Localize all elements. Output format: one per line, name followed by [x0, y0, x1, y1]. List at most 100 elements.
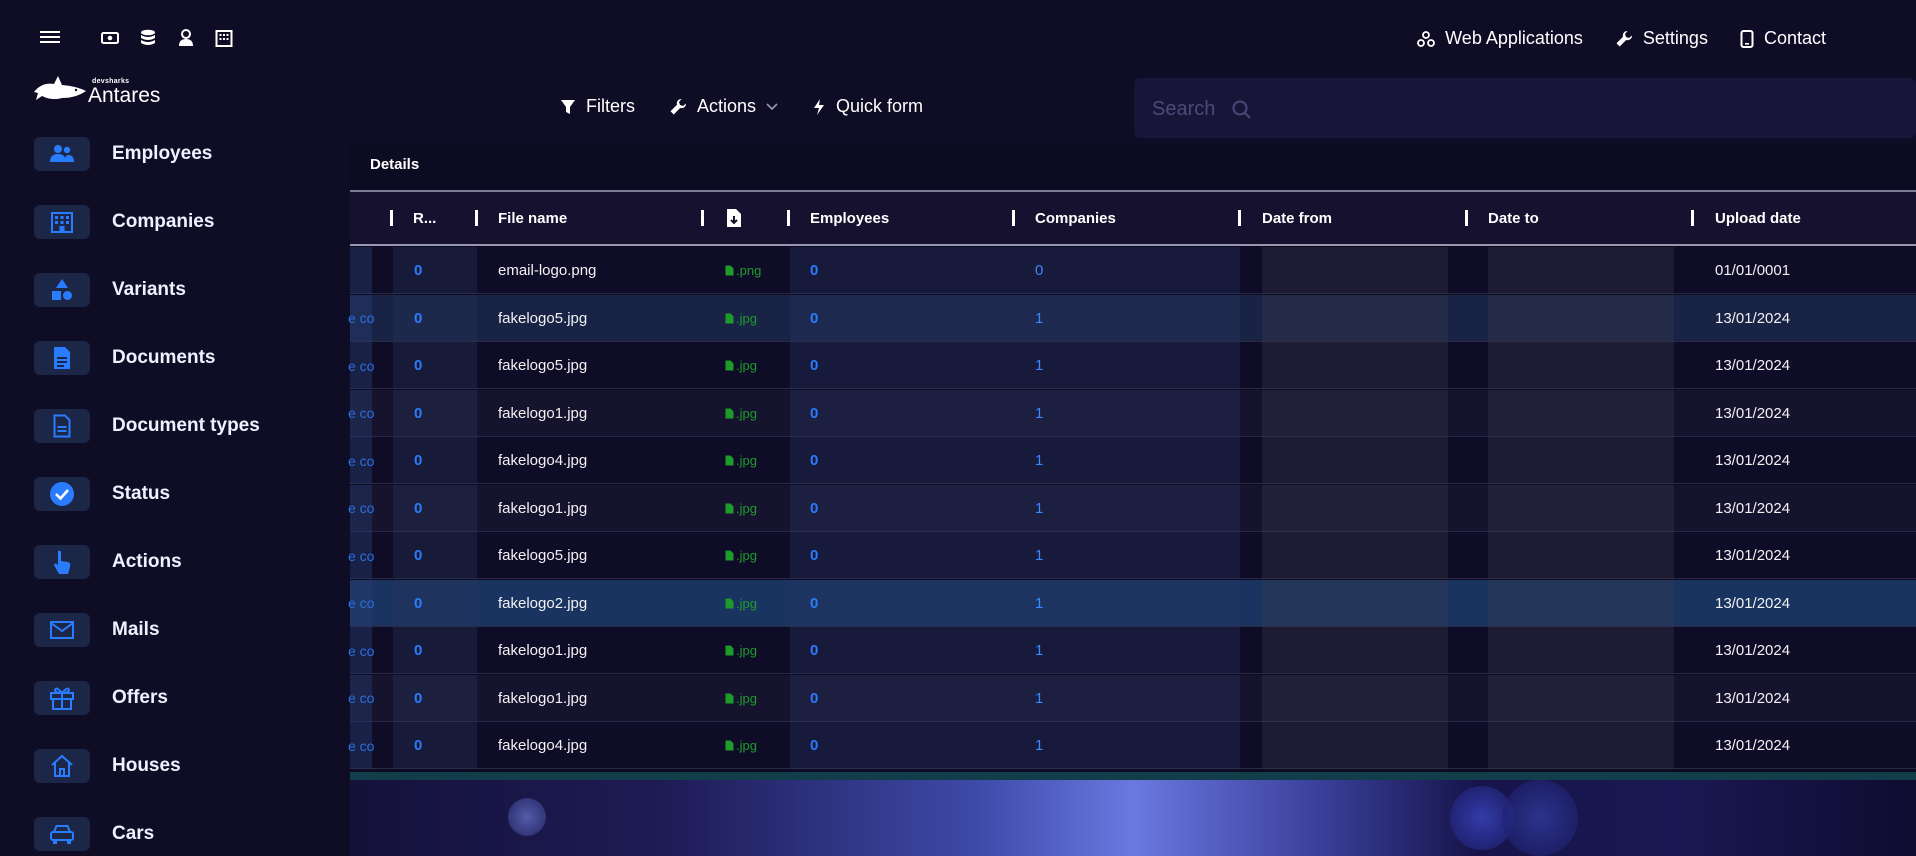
cell-file-name[interactable]: fakelogo4.jpg [498, 722, 587, 769]
sidebar-item-actions[interactable]: Actions [34, 542, 334, 582]
column-resizer[interactable] [1238, 210, 1241, 226]
column-resizer[interactable] [787, 210, 790, 226]
cell-employees[interactable]: 0 [810, 675, 818, 722]
truncated-cell[interactable]: e co [348, 295, 374, 342]
nav-web-applications[interactable]: Web Applications [1417, 28, 1583, 49]
cell-companies[interactable]: 1 [1035, 627, 1043, 674]
cell-companies[interactable]: 1 [1035, 532, 1043, 579]
cell-r[interactable]: 0 [414, 485, 422, 532]
cell-companies[interactable]: 1 [1035, 485, 1043, 532]
cell-employees[interactable]: 0 [810, 247, 818, 294]
cell-r[interactable]: 0 [414, 580, 422, 627]
date-from-field[interactable] [1262, 484, 1448, 532]
nav-contact[interactable]: Contact [1740, 28, 1826, 49]
date-to-field[interactable] [1488, 342, 1674, 389]
cell-companies[interactable]: 0 [1035, 247, 1043, 294]
cell-r[interactable]: 0 [414, 295, 422, 342]
column-header-r[interactable]: R... [413, 192, 436, 244]
cell-file-name[interactable]: fakelogo4.jpg [498, 437, 587, 484]
column-header-file-name[interactable]: File name [498, 192, 567, 244]
column-resizer[interactable] [1465, 210, 1468, 226]
database-icon[interactable] [138, 28, 158, 48]
date-from-field[interactable] [1262, 247, 1448, 294]
sidebar-item-documents[interactable]: Documents [34, 338, 334, 378]
column-resizer[interactable] [701, 210, 704, 226]
cell-file-type[interactable]: .jpg [725, 342, 757, 389]
date-to-field[interactable] [1488, 674, 1674, 722]
cell-employees[interactable]: 0 [810, 580, 818, 627]
cell-file-name[interactable]: email-logo.png [498, 247, 596, 294]
cell-employees[interactable]: 0 [810, 532, 818, 579]
cell-file-type[interactable]: .png [725, 247, 761, 294]
hamburger-menu-icon[interactable] [40, 28, 60, 48]
truncated-cell[interactable]: e co [348, 675, 374, 722]
table-row[interactable]: e co 0 fakelogo5.jpg .jpg 0 1 13/01/2024 [348, 532, 1916, 579]
date-from-field[interactable] [1262, 294, 1448, 342]
cell-employees[interactable]: 0 [810, 437, 818, 484]
search-icon[interactable] [1232, 100, 1252, 120]
date-from-field[interactable] [1262, 437, 1448, 484]
date-to-field[interactable] [1488, 532, 1674, 579]
nav-settings[interactable]: Settings [1615, 28, 1708, 49]
date-to-field[interactable] [1488, 294, 1674, 342]
cell-file-type[interactable]: .jpg [725, 675, 757, 722]
column-resizer[interactable] [475, 210, 478, 226]
sidebar-item-variants[interactable]: Variants [34, 270, 334, 310]
date-to-field[interactable] [1488, 722, 1674, 769]
date-to-field[interactable] [1488, 484, 1674, 532]
cell-file-type[interactable]: .jpg [725, 627, 757, 674]
column-header-employees[interactable]: Employees [810, 192, 889, 244]
cell-companies[interactable]: 1 [1035, 295, 1043, 342]
brand-logo[interactable]: devsharks Antares [32, 74, 172, 107]
cell-file-name[interactable]: fakelogo5.jpg [498, 532, 587, 579]
search-input[interactable]: Search [1134, 78, 1916, 138]
table-row[interactable]: e co 0 fakelogo4.jpg .jpg 0 1 13/01/2024 [348, 437, 1916, 484]
date-to-field[interactable] [1488, 247, 1674, 294]
date-from-field[interactable] [1262, 342, 1448, 389]
quick-form-button[interactable]: Quick form [812, 96, 923, 117]
table-row[interactable]: e co 0 fakelogo1.jpg .jpg 0 1 13/01/2024 [348, 389, 1916, 437]
cell-file-type[interactable]: .jpg [725, 722, 757, 769]
sidebar-item-status[interactable]: Status [34, 474, 334, 514]
sidebar-item-employees[interactable]: Employees [34, 134, 334, 174]
cell-companies[interactable]: 1 [1035, 390, 1043, 437]
cell-r[interactable]: 0 [414, 722, 422, 769]
date-from-field[interactable] [1262, 674, 1448, 722]
column-header-upload-date[interactable]: Upload date [1715, 192, 1801, 244]
sidebar-item-houses[interactable]: Houses [34, 746, 334, 786]
column-header-date-to[interactable]: Date to [1488, 192, 1539, 244]
cell-file-name[interactable]: fakelogo5.jpg [498, 295, 587, 342]
truncated-cell[interactable]: e co [348, 532, 374, 579]
column-resizer[interactable] [1012, 210, 1015, 226]
cell-r[interactable]: 0 [414, 532, 422, 579]
date-to-field[interactable] [1488, 389, 1674, 437]
cell-file-name[interactable]: fakelogo1.jpg [498, 485, 587, 532]
cell-file-type[interactable]: .jpg [725, 532, 757, 579]
cell-companies[interactable]: 1 [1035, 722, 1043, 769]
tab-details[interactable]: Details [370, 156, 419, 173]
date-from-field[interactable] [1262, 627, 1448, 674]
truncated-cell[interactable]: e co [348, 390, 374, 437]
cell-employees[interactable]: 0 [810, 722, 818, 769]
sidebar-item-offers[interactable]: Offers [34, 678, 334, 718]
sidebar-item-document-types[interactable]: Document types [34, 406, 334, 446]
cell-employees[interactable]: 0 [810, 485, 818, 532]
cell-r[interactable]: 0 [414, 390, 422, 437]
cell-r[interactable]: 0 [414, 437, 422, 484]
date-to-field[interactable] [1488, 579, 1674, 627]
date-from-field[interactable] [1262, 579, 1448, 627]
column-resizer[interactable] [1691, 210, 1694, 226]
column-header-date-from[interactable]: Date from [1262, 192, 1332, 244]
user-icon[interactable] [176, 28, 196, 48]
actions-dropdown[interactable]: Actions [669, 96, 778, 117]
cell-companies[interactable]: 1 [1035, 675, 1043, 722]
table-row[interactable]: e co 0 fakelogo1.jpg .jpg 0 1 13/01/2024 [348, 484, 1916, 532]
truncated-cell[interactable]: e co [348, 722, 374, 769]
date-from-field[interactable] [1262, 532, 1448, 579]
truncated-cell[interactable]: e co [348, 437, 374, 484]
date-from-field[interactable] [1262, 389, 1448, 437]
sidebar-item-mails[interactable]: Mails [34, 610, 334, 650]
truncated-cell[interactable]: e co [348, 342, 374, 389]
cell-employees[interactable]: 0 [810, 390, 818, 437]
cell-r[interactable]: 0 [414, 627, 422, 674]
